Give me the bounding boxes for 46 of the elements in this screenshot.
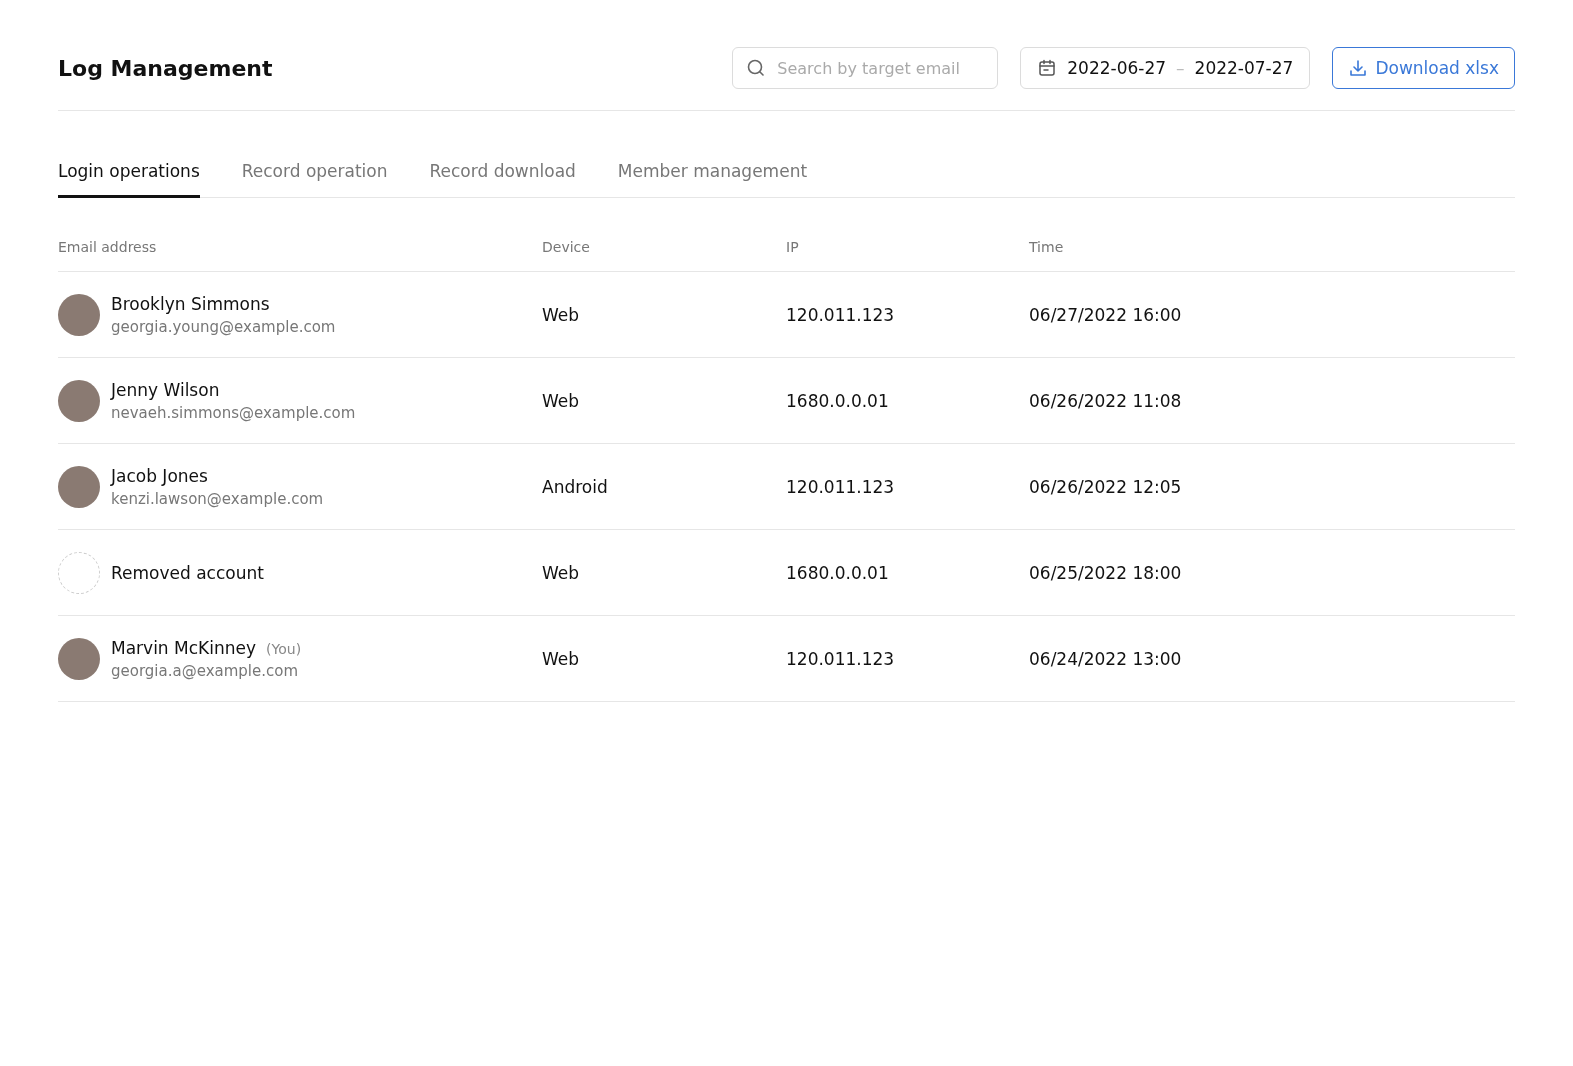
tab[interactable]: Member management	[617, 161, 808, 198]
user-email: kenzi.lawson@example.com	[111, 489, 324, 508]
device-cell-text: Android	[542, 476, 609, 497]
ip-cell-text: 120.011.123	[786, 304, 896, 325]
avatar-placeholder	[58, 637, 100, 680]
column-header: Time	[1029, 238, 1065, 255]
user-name: Marvin McKinney	[111, 637, 256, 658]
user-name: Brooklyn Simmons	[111, 293, 270, 314]
user-name: Removed account	[111, 562, 264, 583]
page-title: Log Management	[58, 55, 273, 81]
avatar-placeholder	[58, 465, 100, 508]
start-date: 2022-06-27	[1067, 58, 1167, 78]
time-cell-text: 06/27/2022 16:00	[1029, 304, 1183, 325]
column-header: IP	[786, 238, 800, 255]
device-cell-text: Web	[542, 648, 581, 669]
user-email: georgia.a@example.com	[111, 661, 300, 680]
avatar-placeholder	[58, 293, 100, 336]
user-name: Jacob Jones	[111, 465, 208, 486]
ip-cell-text: 1680.0.0.01	[786, 390, 890, 411]
download-button[interactable]: Download xlsx	[1332, 47, 1515, 89]
user-email: nevaeh.simmons@example.com	[111, 403, 356, 422]
download-icon	[1348, 58, 1369, 78]
device-cell-text: Web	[542, 390, 581, 411]
time-cell-text: 06/26/2022 11:08	[1029, 390, 1183, 411]
date-separator: –	[1176, 58, 1185, 78]
time-cell-text: 06/26/2022 12:05	[1029, 476, 1183, 497]
time-cell-text: 06/25/2022 18:00	[1029, 562, 1183, 583]
user-email: georgia.young@example.com	[111, 317, 336, 336]
device-cell-text: Web	[542, 304, 581, 325]
tab[interactable]: Login operations	[58, 161, 200, 198]
column-header: Device	[542, 238, 591, 255]
tab[interactable]: Record download	[429, 161, 576, 198]
search-field[interactable]: Search by target email	[732, 47, 999, 89]
tab[interactable]: Record operation	[241, 161, 388, 198]
ip-cell-text: 120.011.123	[786, 648, 896, 669]
you-label: (You)	[266, 640, 302, 657]
end-date: 2022-07-27	[1194, 58, 1294, 78]
time-cell-text: 06/24/2022 13:00	[1029, 648, 1183, 669]
user-name: Jenny Wilson	[111, 379, 220, 400]
column-header: Email address	[58, 238, 158, 255]
device-cell-text: Web	[542, 562, 581, 583]
calendar-icon	[1037, 58, 1058, 78]
avatar-placeholder	[58, 379, 100, 422]
date-range-picker[interactable]: 2022-06-27 – 2022-07-27	[1020, 47, 1311, 89]
ip-cell-text: 120.011.123	[786, 476, 896, 497]
ip-cell-text: 1680.0.0.01	[786, 562, 890, 583]
